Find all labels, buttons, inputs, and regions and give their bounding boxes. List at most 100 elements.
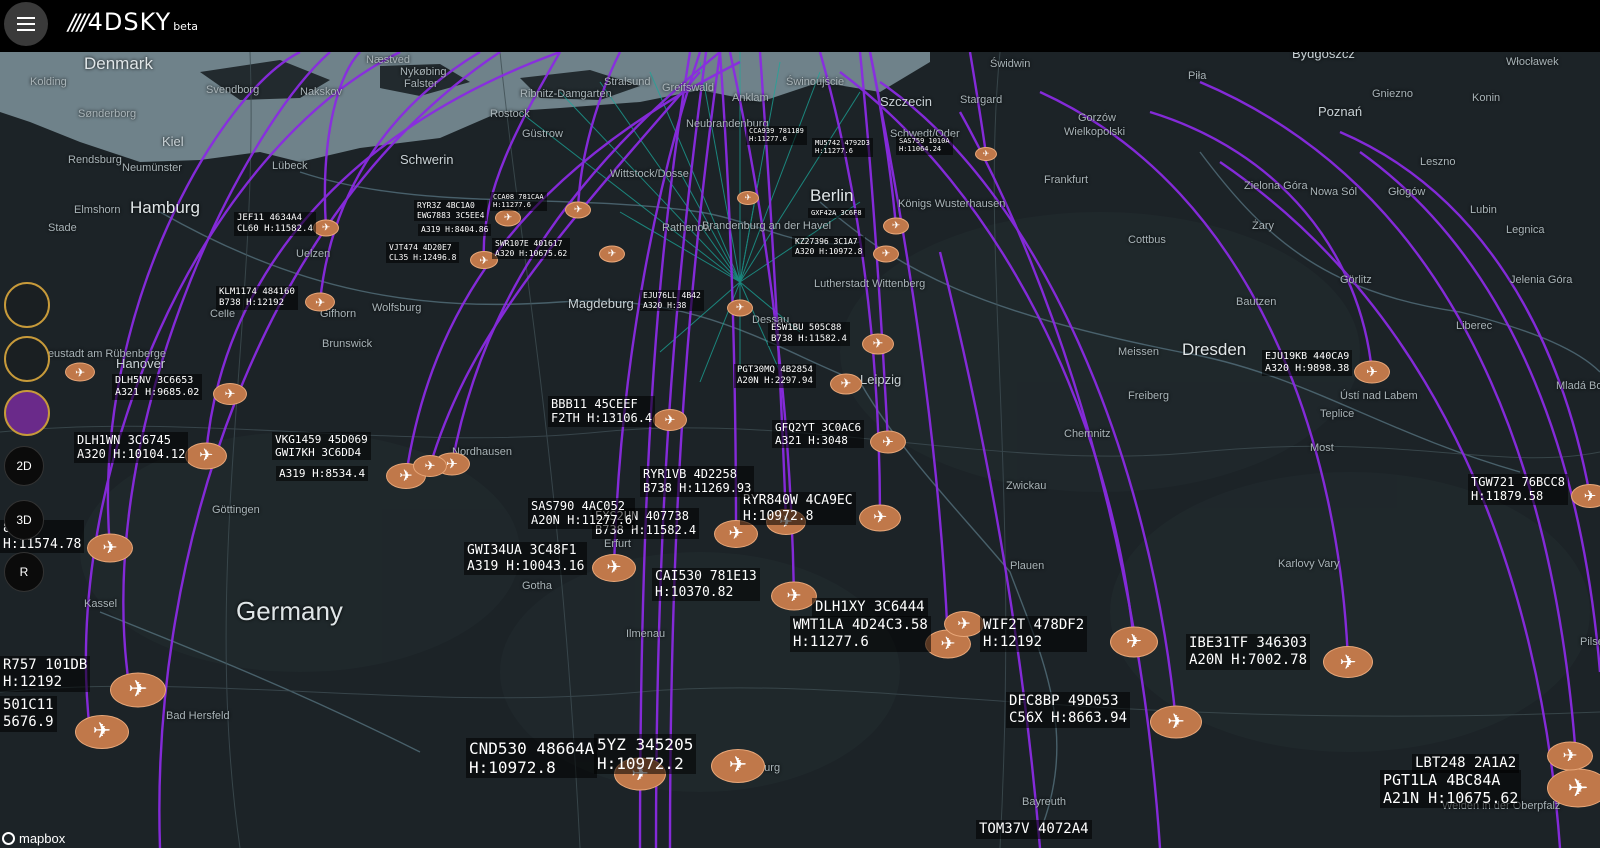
aircraft-marker[interactable]: ✈ xyxy=(862,333,894,355)
flight-label[interactable]: GFQ2YT 3C0AC6 A321 H:3048 xyxy=(772,420,865,449)
minimap-thumbnail-2[interactable] xyxy=(4,336,50,382)
city-label: Ilmenau xyxy=(626,628,666,640)
flight-label[interactable]: IBE31TF 346303 A20N H:7002.78 xyxy=(1186,634,1311,670)
map-canvas[interactable]: Denmark Kolding Svendborg Nakskov Næstved Nyk… xyxy=(0,46,1600,848)
city-label: Wielkopolski xyxy=(1064,126,1126,138)
flight-label[interactable]: A319 H:8404.86 xyxy=(418,224,492,236)
flight-label[interactable]: WMT1LA 4D24C3.58 H:11277.6 xyxy=(790,616,931,652)
city-label: Lutherstadt Wittenberg xyxy=(814,278,926,290)
aircraft-marker[interactable]: ✈ xyxy=(413,455,447,477)
flight-label[interactable]: TOM37V 4072A4 xyxy=(976,820,1092,839)
aircraft-marker[interactable]: ✈ xyxy=(737,191,759,205)
aircraft-marker[interactable]: ✈ xyxy=(495,209,521,227)
flight-details: A20N H:2297.94 xyxy=(737,375,813,386)
city-label: Falster xyxy=(404,78,438,90)
flight-label[interactable]: CND530 48664A H:10972.8 xyxy=(466,738,598,779)
aircraft-marker[interactable]: ✈ xyxy=(313,219,339,237)
minimap-thumbnail-1[interactable] xyxy=(4,282,50,328)
flight-label[interactable]: WIF2T 478DF2 H:12192 xyxy=(980,616,1088,652)
city-label: Poznań xyxy=(1318,104,1363,119)
flight-label[interactable]: TGW721 76BCC8 H:11879.58 xyxy=(1468,474,1568,505)
menu-button[interactable] xyxy=(4,2,48,46)
aircraft-marker[interactable]: ✈ xyxy=(883,217,909,235)
flight-label[interactable]: 501C11 5676.9 xyxy=(0,696,57,732)
flight-label[interactable]: RYR3Z 4BC1A0 EWG7883 3C5EE4 xyxy=(414,200,488,222)
flight-label[interactable]: 5YZ 345205 H:10972.2 xyxy=(594,734,697,775)
flight-details: EWG7883 3C5EE4 xyxy=(417,210,485,220)
aircraft-marker[interactable]: ✈ xyxy=(870,430,906,454)
aircraft-marker[interactable]: ✈ xyxy=(830,373,862,395)
flight-label[interactable]: SAS790 4AC052 A20N H:11277.6 xyxy=(528,498,636,529)
aircraft-marker[interactable]: ✈ xyxy=(771,581,817,611)
flight-label[interactable]: RYR1VB 4D2258 B738 H:11269.93 xyxy=(640,466,755,497)
flight-label[interactable]: DLH1XY 3C6444 xyxy=(812,598,928,617)
flight-label[interactable]: VJT474 4D20E7 CL35 H:12496.8 xyxy=(386,242,460,264)
aircraft-marker[interactable]: ✈ xyxy=(1323,646,1373,678)
flight-label[interactable]: PGT30MQ 4B2854 A20N H:2297.94 xyxy=(734,364,816,388)
flight-label[interactable]: SWR107E 401617 A320 H:10675.62 xyxy=(492,238,571,260)
flight-label[interactable]: JEF11 4634A4 CL60 H:11582.4 xyxy=(234,212,316,236)
airplane-icon: ✈ xyxy=(1567,773,1589,803)
aircraft-marker[interactable]: ✈ xyxy=(87,533,133,563)
aircraft-marker[interactable]: ✈ xyxy=(110,672,166,708)
aircraft-marker[interactable]: ✈ xyxy=(1354,360,1390,384)
aircraft-marker[interactable]: ✈ xyxy=(185,442,227,470)
flight-label[interactable]: CAI530 781E13 H:10370.82 xyxy=(652,568,760,602)
flight-callsign: EJU19KB 440CA9 xyxy=(1265,351,1350,362)
aircraft-marker[interactable]: ✈ xyxy=(565,201,591,219)
airplane-icon: ✈ xyxy=(1583,486,1597,505)
reset-view-button[interactable]: R xyxy=(4,552,44,592)
aircraft-marker[interactable]: ✈ xyxy=(592,554,636,582)
city-label: Most xyxy=(1310,442,1334,454)
flight-label[interactable]: DLH1WN 3C6745 A320 H:10104.12 xyxy=(74,432,189,463)
aircraft-marker[interactable]: ✈ xyxy=(975,147,997,161)
aircraft-marker[interactable]: ✈ xyxy=(727,299,753,317)
flight-label[interactable]: ESW1BU 505C88 B738 H:11582.4 xyxy=(768,322,850,346)
city-label: Legnica xyxy=(1506,224,1545,236)
aircraft-marker[interactable]: ✈ xyxy=(1547,768,1600,808)
aircraft-marker[interactable]: ✈ xyxy=(305,292,335,312)
city-label: Brunswick xyxy=(322,338,373,350)
flight-label[interactable]: A319 H:8534.4 xyxy=(276,466,369,482)
aircraft-marker[interactable]: ✈ xyxy=(1150,705,1202,739)
flight-label[interactable]: RYR840W 4CA9EC H:10972.8 xyxy=(740,492,856,526)
flight-label[interactable]: CCA08 781CAA H:11277.6 xyxy=(490,192,547,211)
flight-label[interactable]: DFC8BP 49D053 C56X H:8663.94 xyxy=(1006,692,1131,728)
aircraft-marker[interactable]: ✈ xyxy=(75,715,129,749)
city-label: Kiel xyxy=(162,134,184,149)
view-2d-button[interactable]: 2D xyxy=(4,446,44,486)
flight-label[interactable]: SAS759 1010A H:11064.24 xyxy=(896,136,953,155)
airplane-icon: ✈ xyxy=(735,302,745,313)
flight-label[interactable]: EJU76LL 4B42 A320 H:38 xyxy=(640,290,704,312)
aircraft-marker[interactable]: ✈ xyxy=(873,245,899,263)
aircraft-marker[interactable]: ✈ xyxy=(859,504,901,532)
flight-label[interactable]: DLH5NV 3C6653 A321 H:9685.02 xyxy=(112,374,203,400)
flight-label[interactable]: VKG1459 45D069 GWI7KH 3C6DD4 xyxy=(272,432,371,461)
view-3d-button[interactable]: 3D xyxy=(4,500,44,540)
aircraft-marker[interactable]: ✈ xyxy=(653,409,687,431)
flight-details: F2TH H:13106.4 xyxy=(551,411,653,426)
flight-label[interactable]: PGT1LA 4BC84A A21N H:10675.62 xyxy=(1380,770,1522,808)
app-logo[interactable]: //// 4DSKY beta xyxy=(68,8,198,36)
flight-label[interactable]: CCA939 781189 H:11277.6 xyxy=(746,126,807,145)
flight-callsign: GFQ2YT 3C0AC6 xyxy=(775,421,862,434)
flight-callsign: KZ27396 3C1A7 xyxy=(795,237,858,246)
aircraft-marker[interactable]: ✈ xyxy=(65,362,95,382)
aircraft-marker[interactable]: ✈ xyxy=(711,749,765,783)
aircraft-marker[interactable]: ✈ xyxy=(944,611,984,637)
flight-callsign: TOM37V 4072A4 xyxy=(979,821,1089,837)
flight-label[interactable]: KLM1174 484160 B738 H:12192 xyxy=(216,286,298,310)
aircraft-marker[interactable]: ✈ xyxy=(1547,741,1593,771)
flight-label[interactable]: EJU19KB 440CA9 A320 H:9898.38 xyxy=(1262,350,1353,376)
flight-label[interactable]: BBB11 45CEEF F2TH H:13106.4 xyxy=(548,396,656,427)
flight-label[interactable]: KZ27396 3C1A7 A320 H:10972.8 xyxy=(792,236,866,258)
flight-label[interactable]: GXF42A 3C6F8 xyxy=(808,208,865,219)
aircraft-marker[interactable]: ✈ xyxy=(213,383,247,405)
flight-label[interactable]: MU5742 4792D3 H:11277.6 xyxy=(812,138,873,157)
aircraft-marker[interactable]: ✈ xyxy=(1110,626,1158,658)
aircraft-marker[interactable]: ✈ xyxy=(599,245,625,263)
flight-label[interactable]: GWI34UA 3C48F1 A319 H:10043.16 xyxy=(464,542,588,576)
mapbox-attribution[interactable]: mapbox xyxy=(2,831,65,846)
minimap-thumbnail-3[interactable] xyxy=(4,390,50,436)
flight-label[interactable]: R757 101DB H:12192 xyxy=(0,656,91,692)
